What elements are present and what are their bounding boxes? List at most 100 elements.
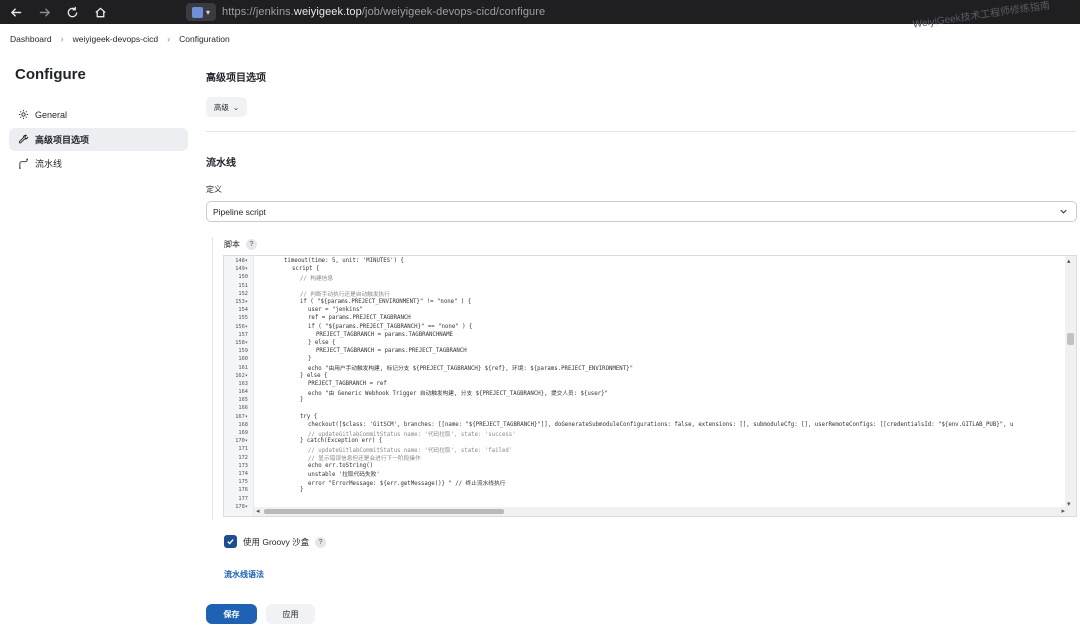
code-text: echo "由 Generic Webhook Trigger 自动触发构建, … (308, 390, 608, 397)
apply-button[interactable]: 应用 (266, 604, 315, 624)
line-number: 171 (238, 446, 248, 453)
code-line[interactable]: 172 // 显示错误信息但还是会进行下一阶段操作 (224, 454, 1064, 463)
code-text: echo err.toString() (308, 462, 374, 469)
code-line[interactable]: 167 try { (224, 413, 1064, 421)
scrollbar-thumb[interactable] (1067, 333, 1074, 345)
scroll-down-icon[interactable]: ▾ (1067, 500, 1071, 508)
sidebar-item-general[interactable]: General (9, 103, 188, 126)
line-number: 175 (238, 479, 248, 486)
code-line[interactable]: 158} else { (224, 339, 1064, 347)
code-line[interactable]: 166 (224, 404, 1064, 412)
code-line[interactable]: 164 echo "由 Generic Webhook Trigger 自动触发构… (224, 388, 1064, 397)
chevron-right-icon: › (60, 34, 64, 44)
line-number: 165 (238, 397, 248, 404)
scroll-right-icon[interactable]: ▸ (1061, 507, 1065, 515)
site-info-button[interactable]: ▾ (186, 3, 216, 21)
sandbox-label-text: 使用 Groovy 沙盒 (243, 537, 310, 547)
section-title-pipeline: 流水线 (206, 158, 236, 169)
line-number: 158 (224, 340, 254, 346)
sidebar-item-advanced[interactable]: 高级项目选项 (9, 128, 188, 151)
pipeline-icon (17, 158, 29, 170)
chevron-down-icon: ▾ (205, 7, 210, 17)
editor-vertical-scrollbar[interactable]: ▴ ▾ (1065, 256, 1076, 516)
back-icon[interactable] (4, 0, 28, 24)
code-line[interactable]: 149 script { (224, 265, 1064, 273)
line-number: 164 (238, 389, 248, 396)
save-button[interactable]: 保存 (206, 604, 257, 624)
code-text: checkout([$class: 'GitSCM', branches: [[… (308, 421, 1014, 428)
code-text: PREJECT_TAGBRANCH = params.TAGBRANCHNAME (316, 331, 453, 338)
reload-icon[interactable] (60, 0, 84, 24)
code-text: PREJECT_TAGBRANCH = ref (308, 380, 387, 387)
code-line[interactable]: 157 PREJECT_TAGBRANCH = params.TAGBRANCHN… (224, 331, 1064, 339)
help-icon[interactable]: ? (246, 239, 257, 251)
scroll-left-icon[interactable]: ◂ (256, 507, 260, 515)
code-line[interactable]: 161 echo "由用户手动触发构建, 标记分支 ${PREJECT_TAGBR… (224, 363, 1064, 373)
browser-toolbar: ▾ https://jenkins.weiyigeek.top/job/weiy… (0, 0, 1080, 31)
script-label: 脚本? (224, 239, 257, 251)
code-text: // updateGitlabCommitStatus name: '代码拉取'… (308, 431, 516, 438)
code-line[interactable]: 155 ref = params.PREJECT_TAGBRANCH (224, 314, 1064, 322)
editor-horizontal-scrollbar[interactable]: ◂ ▸ (254, 507, 1067, 516)
code-text: // 判断手动执行还是自动触发执行 (300, 292, 390, 299)
pipeline-syntax-link[interactable]: 流水线语法 (224, 569, 264, 580)
line-number: 159 (238, 348, 248, 355)
code-line[interactable]: 169 // updateGitlabCommitStatus name: '代码… (224, 429, 1064, 438)
line-number: 162 (224, 373, 254, 379)
line-number: 170 (224, 438, 254, 444)
script-editor[interactable]: 148timeout(time: 5, unit: 'MINUTES') {14… (223, 255, 1077, 517)
scroll-up-icon[interactable]: ▴ (1067, 257, 1071, 265)
breadcrumb-dashboard[interactable]: Dashboard (10, 34, 52, 44)
code-line[interactable]: 162} else { (224, 372, 1064, 380)
code-text: script { (292, 266, 320, 273)
code-line[interactable]: 159 PREJECT_TAGBRANCH = params.PREJECT_TA… (224, 347, 1064, 355)
code-text: } (308, 356, 312, 363)
chevron-right-icon: › (167, 34, 171, 44)
watermark: WeiyiGeek技术工程师修练指南 (912, 0, 1051, 31)
sidebar-item-label: 高级项目选项 (35, 135, 90, 145)
code-line[interactable]: 176} (224, 486, 1064, 494)
code-line[interactable]: 152 // 判断手动执行还是自动触发执行 (224, 290, 1064, 299)
line-number: 169 (238, 430, 248, 437)
line-number: 155 (238, 315, 248, 322)
help-icon[interactable]: ? (315, 537, 327, 549)
code-text: // 显示错误信息但还是会进行下一阶段操作 (308, 456, 421, 463)
line-number: 153 (224, 299, 254, 305)
line-number: 157 (238, 331, 248, 338)
address-bar[interactable]: ▾ https://jenkins.weiyigeek.top/job/weiy… (186, 3, 545, 21)
sandbox-label: 使用 Groovy 沙盒? (243, 536, 327, 549)
chevron-down-icon: ⌄ (232, 102, 240, 112)
forward-icon[interactable] (32, 0, 56, 24)
breadcrumb-job[interactable]: weiyigeek-devops-cicd (73, 34, 159, 44)
line-number: 151 (238, 282, 248, 289)
breadcrumb-configuration[interactable]: Configuration (179, 34, 230, 44)
site-favicon-icon (191, 6, 203, 18)
url-text[interactable]: https://jenkins.weiyigeek.top/job/weiyig… (222, 6, 545, 18)
code-line[interactable]: 154 user = "jenkins" (224, 306, 1064, 314)
line-number: 174 (238, 470, 248, 477)
advanced-dropdown-button[interactable]: 高级 ⌄ (206, 97, 247, 117)
definition-select[interactable]: Pipeline script (206, 201, 1077, 222)
code-line[interactable]: 150 // 构建信息 (224, 273, 1064, 282)
chevron-down-icon (1060, 209, 1067, 214)
code-line[interactable]: 175 error "ErrorMessage: ${err.getMessage… (224, 478, 1064, 487)
line-number: 176 (238, 487, 248, 494)
line-number: 156 (224, 324, 254, 330)
sidebar-item-pipeline[interactable]: 流水线 (9, 152, 188, 175)
code-line[interactable]: 153 if ( "${params.PREJECT_ENVIRONMENT}" … (224, 298, 1064, 306)
code-line[interactable]: 177 (224, 494, 1064, 502)
sidebar-item-label: General (35, 109, 68, 120)
check-icon (227, 539, 234, 545)
script-label-text: 脚本 (224, 240, 240, 249)
groovy-sandbox-checkbox[interactable] (224, 535, 237, 548)
scrollbar-thumb[interactable] (264, 509, 504, 514)
code-line[interactable]: 165} (224, 396, 1064, 404)
home-icon[interactable] (88, 0, 112, 24)
definition-value: Pipeline script (213, 206, 266, 217)
code-lines[interactable]: 148timeout(time: 5, unit: 'MINUTES') {14… (224, 257, 1064, 511)
line-number: 152 (238, 290, 248, 297)
code-text: // 构建信息 (300, 275, 334, 282)
line-number: 177 (238, 495, 248, 502)
code-line[interactable]: 148 timeout(time: 5, unit: 'MINUTES') { (224, 257, 1064, 265)
code-line[interactable]: 156 if ( "${params.PREJECT_TAGBRANCH}" ==… (224, 323, 1064, 331)
